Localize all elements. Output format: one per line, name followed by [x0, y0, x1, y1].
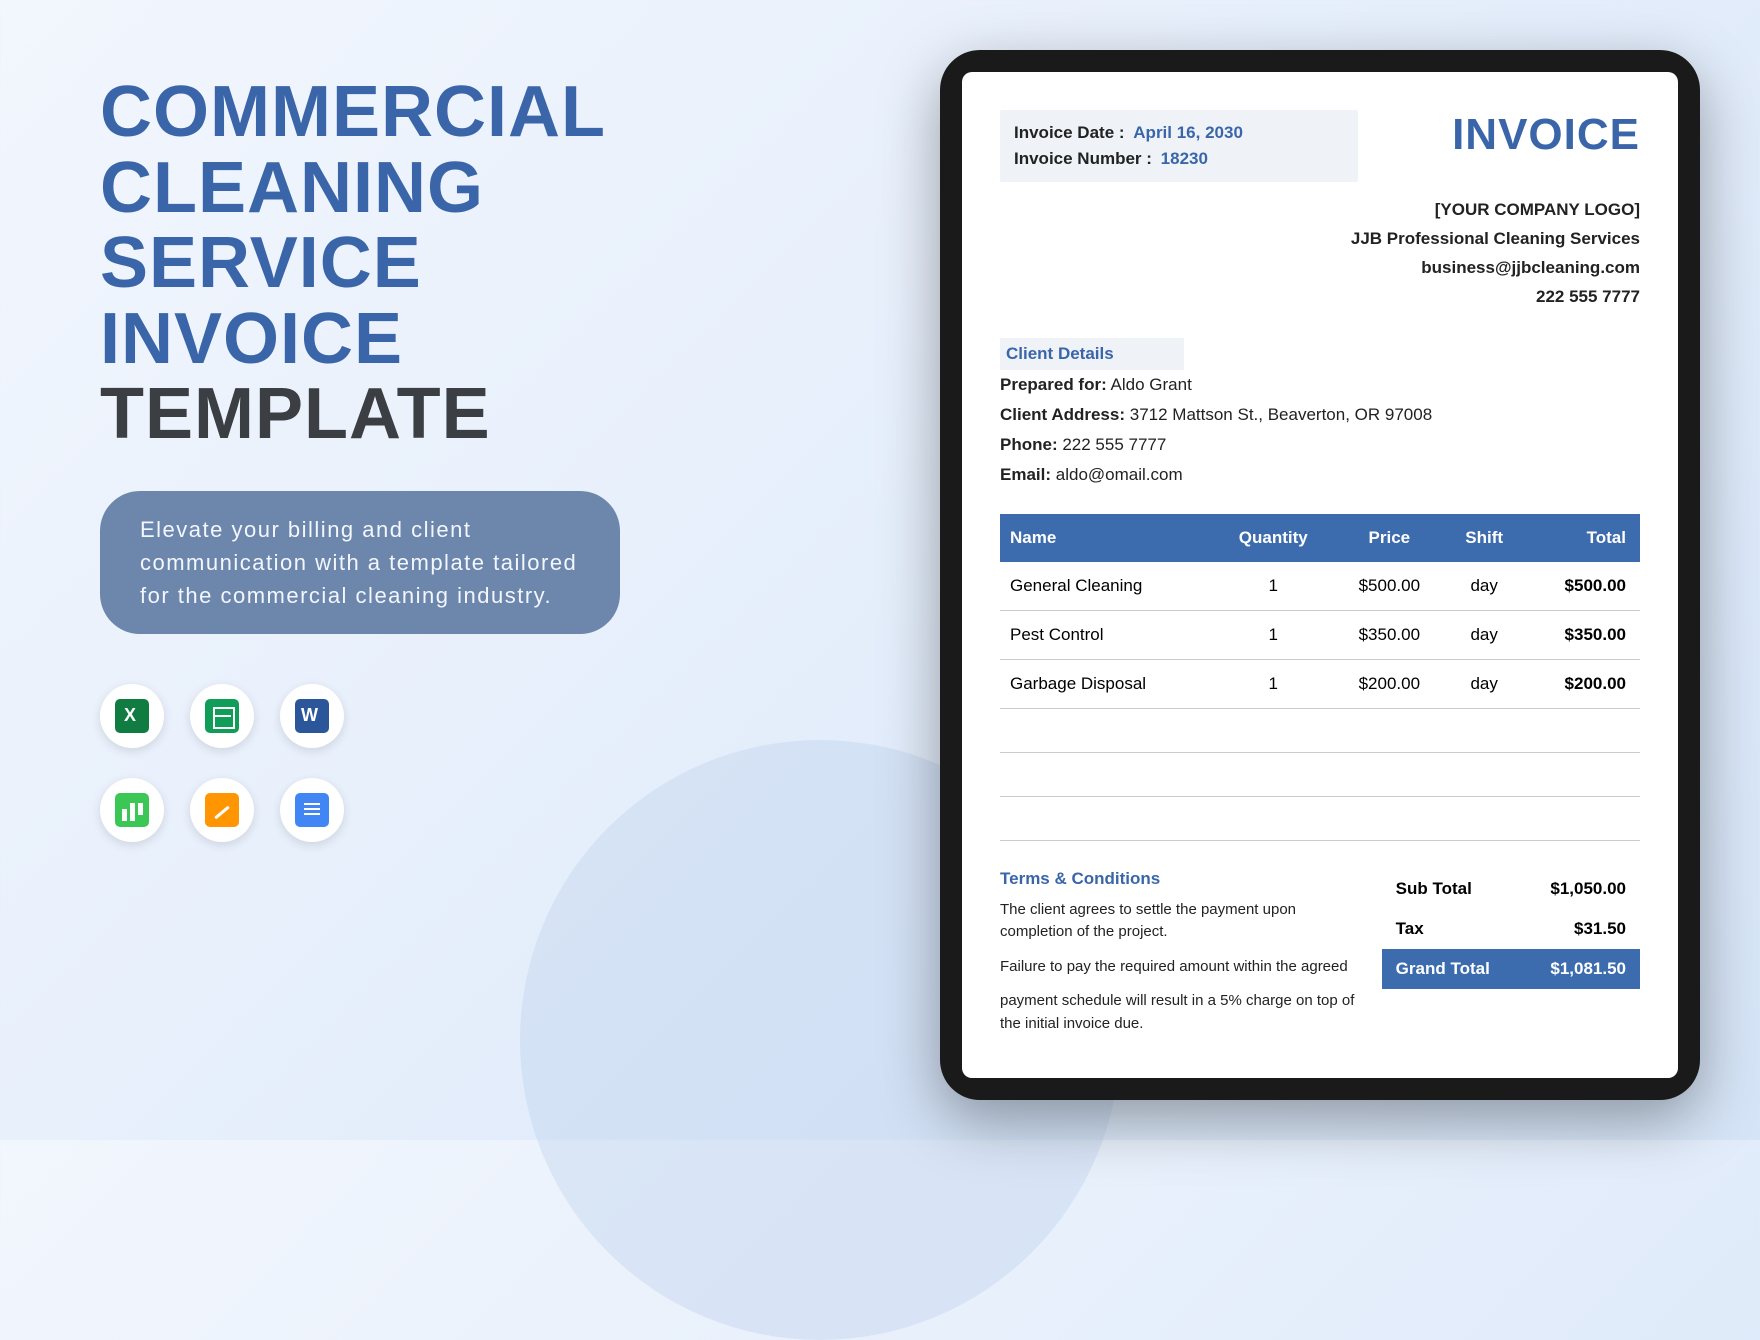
cell-total: $500.00 — [1524, 562, 1640, 611]
invoice-number-value: 18230 — [1161, 149, 1208, 168]
prepared-for-label: Prepared for: — [1000, 375, 1107, 394]
title-word-5: TEMPLATE — [100, 377, 840, 453]
invoice-document: Invoice Date : April 16, 2030 Invoice Nu… — [962, 72, 1678, 1078]
cell-name: Garbage Disposal — [1000, 659, 1213, 708]
title-word-3: SERVICE — [100, 223, 422, 303]
client-address-label: Client Address: — [1000, 405, 1125, 424]
cell-qty: 1 — [1213, 610, 1334, 659]
cell-total: $350.00 — [1524, 610, 1640, 659]
line-items-table: Name Quantity Price Shift Total General … — [1000, 514, 1640, 841]
terms-para-2: Failure to pay the required amount withi… — [1000, 956, 1362, 979]
cell-name: General Cleaning — [1000, 562, 1213, 611]
cell-shift: day — [1445, 659, 1524, 708]
client-email-label: Email: — [1000, 465, 1051, 484]
invoice-number-label: Invoice Number : — [1014, 149, 1152, 168]
company-logo-placeholder: [YOUR COMPANY LOGO] — [1000, 196, 1640, 225]
title-word-4: INVOICE — [100, 299, 403, 379]
tablet-device-frame: Invoice Date : April 16, 2030 Invoice Nu… — [940, 50, 1700, 1100]
cell-name: Pest Control — [1000, 610, 1213, 659]
cell-total: $200.00 — [1524, 659, 1640, 708]
cell-price: $500.00 — [1334, 562, 1445, 611]
client-address-value: 3712 Mattson St., Beaverton, OR 97008 — [1130, 405, 1432, 424]
cell-shift: day — [1445, 610, 1524, 659]
google-sheets-icon[interactable] — [190, 684, 254, 748]
cell-shift: day — [1445, 562, 1524, 611]
excel-icon[interactable] — [100, 684, 164, 748]
client-email-value: aldo@omail.com — [1056, 465, 1183, 484]
cell-price: $200.00 — [1334, 659, 1445, 708]
client-phone-label: Phone: — [1000, 435, 1058, 454]
word-icon[interactable] — [280, 684, 344, 748]
col-shift: Shift — [1445, 514, 1524, 562]
grand-total-value: $1,081.50 — [1550, 959, 1626, 979]
company-info: [YOUR COMPANY LOGO] JJB Professional Cle… — [1000, 196, 1640, 312]
terms-heading: Terms & Conditions — [1000, 869, 1362, 889]
pages-icon[interactable] — [190, 778, 254, 842]
terms-para-3: payment schedule will result in a 5% cha… — [1000, 990, 1362, 1035]
tagline: Elevate your billing and client communic… — [100, 491, 620, 634]
col-name: Name — [1000, 514, 1213, 562]
terms-para-1: The client agrees to settle the payment … — [1000, 899, 1362, 944]
cell-qty: 1 — [1213, 562, 1334, 611]
table-empty-row — [1000, 752, 1640, 796]
table-row: General Cleaning 1 $500.00 day $500.00 — [1000, 562, 1640, 611]
invoice-meta-box: Invoice Date : April 16, 2030 Invoice Nu… — [1000, 110, 1358, 182]
numbers-icon[interactable] — [100, 778, 164, 842]
totals-section: Sub Total $1,050.00 Tax $31.50 Grand Tot… — [1382, 869, 1640, 1048]
template-title: COMMERCIAL CLEANING SERVICE INVOICE TEMP… — [100, 75, 840, 453]
company-phone: 222 555 7777 — [1000, 283, 1640, 312]
terms-section: Terms & Conditions The client agrees to … — [1000, 869, 1362, 1048]
col-quantity: Quantity — [1213, 514, 1334, 562]
google-docs-icon[interactable] — [280, 778, 344, 842]
invoice-date-label: Invoice Date : — [1014, 123, 1125, 142]
invoice-title: INVOICE — [1452, 110, 1640, 160]
subtotal-label: Sub Total — [1396, 879, 1472, 899]
company-email: business@jjbcleaning.com — [1000, 254, 1640, 283]
title-word-2: CLEANING — [100, 148, 484, 228]
cell-price: $350.00 — [1334, 610, 1445, 659]
company-name: JJB Professional Cleaning Services — [1000, 225, 1640, 254]
col-price: Price — [1334, 514, 1445, 562]
grand-total-label: Grand Total — [1396, 959, 1490, 979]
client-details-heading: Client Details — [1000, 338, 1184, 370]
prepared-for-value: Aldo Grant — [1111, 375, 1192, 394]
invoice-date-value: April 16, 2030 — [1133, 123, 1243, 142]
subtotal-value: $1,050.00 — [1550, 879, 1626, 899]
cell-qty: 1 — [1213, 659, 1334, 708]
title-word-1: COMMERCIAL — [100, 72, 606, 152]
client-phone-value: 222 555 7777 — [1062, 435, 1166, 454]
tax-label: Tax — [1396, 919, 1424, 939]
table-empty-row — [1000, 796, 1640, 840]
tax-value: $31.50 — [1574, 919, 1626, 939]
table-row: Pest Control 1 $350.00 day $350.00 — [1000, 610, 1640, 659]
table-empty-row — [1000, 708, 1640, 752]
col-total: Total — [1524, 514, 1640, 562]
table-row: Garbage Disposal 1 $200.00 day $200.00 — [1000, 659, 1640, 708]
